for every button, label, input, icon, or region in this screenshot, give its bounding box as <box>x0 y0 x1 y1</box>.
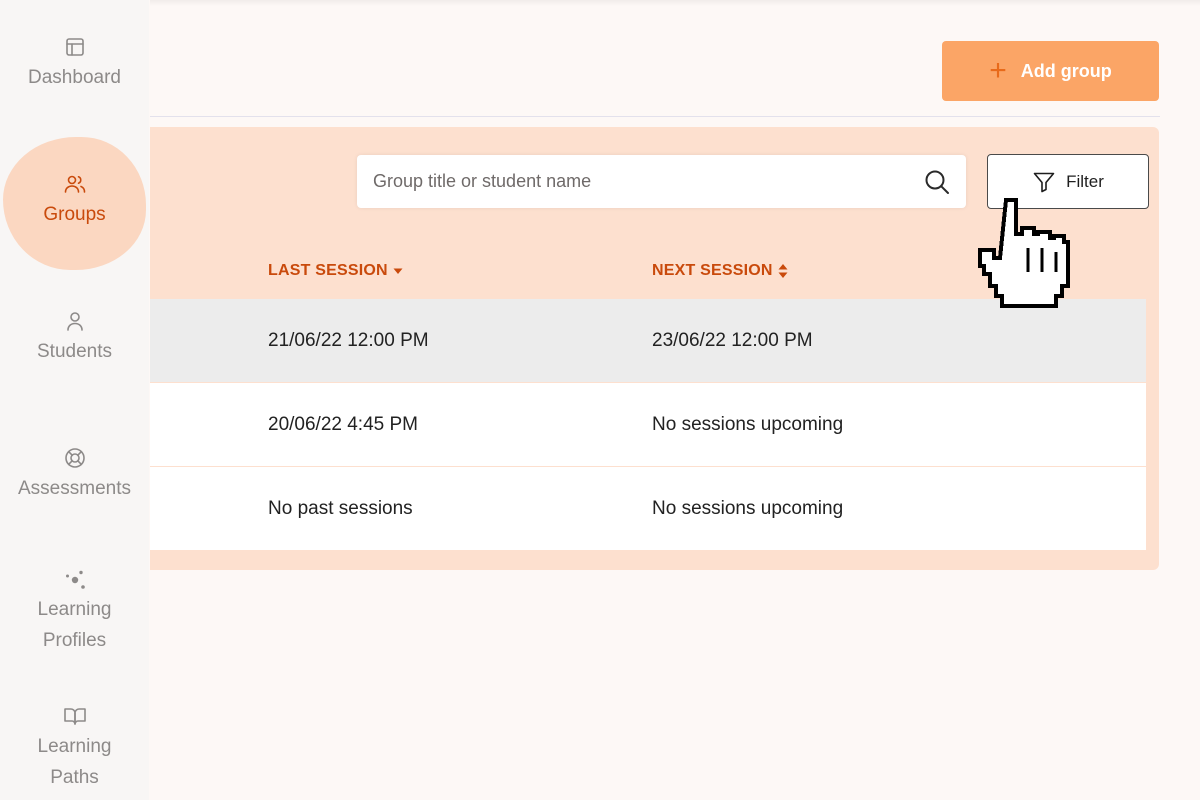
sidebar-item-students[interactable]: Students <box>0 308 149 367</box>
user-icon <box>62 308 88 334</box>
last-session-cell: 21/06/22 12:00 PM <box>268 329 429 351</box>
sidebar-item-label: Dashboard <box>28 67 121 88</box>
plus-icon: + <box>989 54 1007 87</box>
sidebar-item-learning-paths[interactable]: Learning Paths <box>0 703 149 793</box>
last-session-cell: No past sessions <box>268 497 413 519</box>
lifebuoy-icon <box>62 445 88 471</box>
next-session-cell: 23/06/22 12:00 PM <box>652 329 813 351</box>
sidebar-item-dashboard[interactable]: Dashboard <box>0 34 149 93</box>
header-divider <box>150 116 1160 117</box>
sidebar-item-label: Learning Profiles <box>37 599 112 651</box>
dots-icon <box>62 566 88 592</box>
add-group-label: Add group <box>1020 60 1112 81</box>
book-open-icon <box>62 703 88 729</box>
sidebar-item-learning-profiles[interactable]: Learning Profiles <box>0 566 149 656</box>
search-input[interactable] <box>357 155 917 208</box>
sort-desc-icon <box>393 268 403 274</box>
sidebar-item-label: Students <box>37 341 112 362</box>
sidebar: Dashboard Groups Students Assessments Le… <box>0 0 149 800</box>
sidebar-item-assessments[interactable]: Assessments <box>0 445 149 504</box>
add-group-button[interactable]: + Add group <box>942 41 1159 101</box>
sidebar-item-groups[interactable]: Groups <box>0 171 149 230</box>
next-session-cell: No sessions upcoming <box>652 413 844 435</box>
column-header-label: NEXT SESSION <box>652 262 773 279</box>
last-session-cell: 20/06/22 4:45 PM <box>268 413 418 435</box>
column-header-label: LAST SESSION <box>268 262 388 279</box>
users-icon <box>62 171 88 197</box>
table-row[interactable]: No past sessions No sessions upcoming <box>150 467 1146 550</box>
search-box <box>357 155 966 208</box>
column-header-next-session[interactable]: NEXT SESSION <box>652 262 789 280</box>
pointer-hand-icon <box>978 198 1070 308</box>
search-icon[interactable] <box>924 169 950 195</box>
top-shadow <box>150 0 1200 6</box>
next-session-cell: No sessions upcoming <box>652 497 844 519</box>
sidebar-item-label: Learning Paths <box>37 736 112 788</box>
sidebar-item-label: Groups <box>43 204 106 225</box>
sort-both-icon <box>778 264 788 278</box>
sidebar-item-label: Assessments <box>18 478 131 499</box>
layout-icon <box>62 34 88 60</box>
column-header-last-session[interactable]: LAST SESSION <box>268 262 404 280</box>
table-row[interactable]: 20/06/22 4:45 PM No sessions upcoming <box>150 383 1146 466</box>
